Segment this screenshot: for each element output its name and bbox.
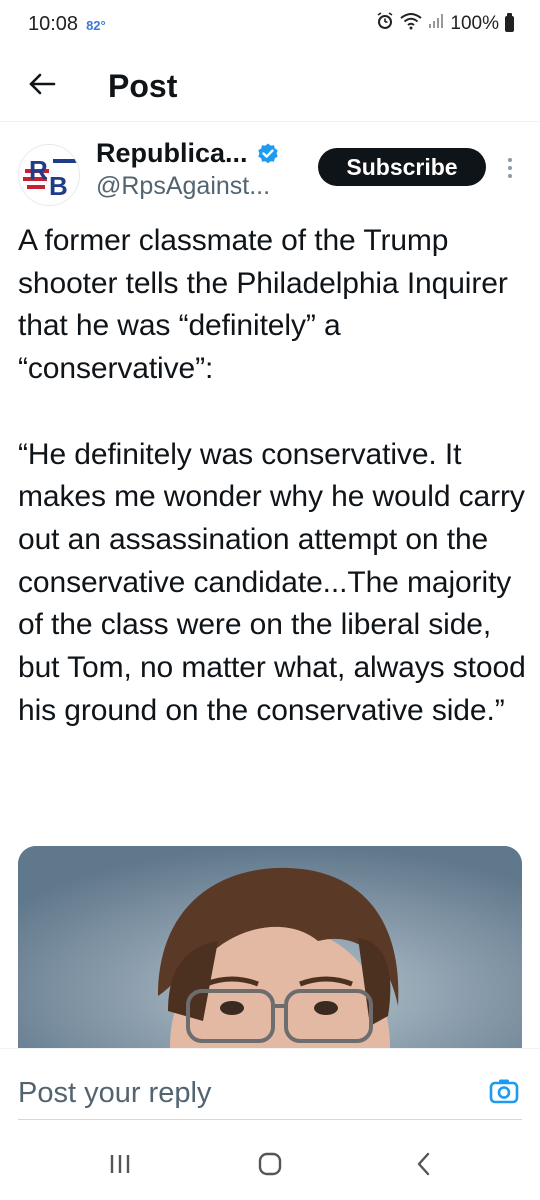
avatar[interactable]: R B: [18, 144, 80, 206]
system-back-button[interactable]: [400, 1148, 448, 1184]
camera-button[interactable]: [488, 1077, 520, 1109]
reply-underline: [18, 1119, 522, 1120]
more-vertical-icon-dot: [508, 174, 512, 178]
verified-badge-icon: [256, 142, 280, 166]
author-name-text: Republica...: [96, 138, 248, 168]
recents-icon: [107, 1152, 133, 1181]
back-chevron-icon: [414, 1151, 434, 1182]
back-button[interactable]: [22, 67, 62, 107]
avatar-logo: R B: [19, 145, 79, 205]
recents-button[interactable]: [96, 1148, 144, 1184]
home-button[interactable]: [246, 1148, 294, 1184]
more-options-button[interactable]: [498, 152, 522, 184]
status-temperature: 82°: [86, 17, 106, 33]
battery-percent: 100%: [450, 13, 499, 34]
author-row: R B Republica... @RpsAgainst... Subscrib…: [0, 138, 540, 206]
arrow-left-icon: [28, 72, 56, 101]
subscribe-button[interactable]: Subscribe: [318, 148, 486, 186]
status-right: 100%: [376, 12, 514, 36]
camera-icon: [489, 1078, 519, 1109]
alarm-icon: [376, 12, 394, 36]
svg-text:B: B: [49, 171, 68, 201]
wifi-icon: [400, 12, 423, 36]
status-time: 10:08: [28, 12, 79, 35]
post-image[interactable]: [18, 846, 522, 1056]
photo-of-person: [18, 846, 522, 1056]
status-bar: 10:08 82° 100%: [0, 0, 540, 48]
reply-bar: [0, 1048, 540, 1134]
reply-input[interactable]: [18, 1071, 438, 1115]
more-vertical-icon-dot: [508, 158, 512, 162]
more-vertical-icon-dot: [508, 166, 512, 170]
home-icon: [257, 1151, 283, 1182]
system-nav-bar: [0, 1134, 540, 1200]
status-left: 10:08 82°: [28, 13, 106, 36]
signal-icon: [428, 13, 444, 35]
post-header: Post: [0, 52, 540, 122]
svg-text:R: R: [29, 155, 48, 185]
post-text: A former classmate of the Trump shooter …: [18, 224, 526, 727]
battery-icon: [505, 13, 514, 32]
author-handle[interactable]: @RpsAgainst...: [96, 172, 270, 201]
page-title: Post: [108, 68, 178, 104]
author-name[interactable]: Republica...: [96, 138, 280, 169]
